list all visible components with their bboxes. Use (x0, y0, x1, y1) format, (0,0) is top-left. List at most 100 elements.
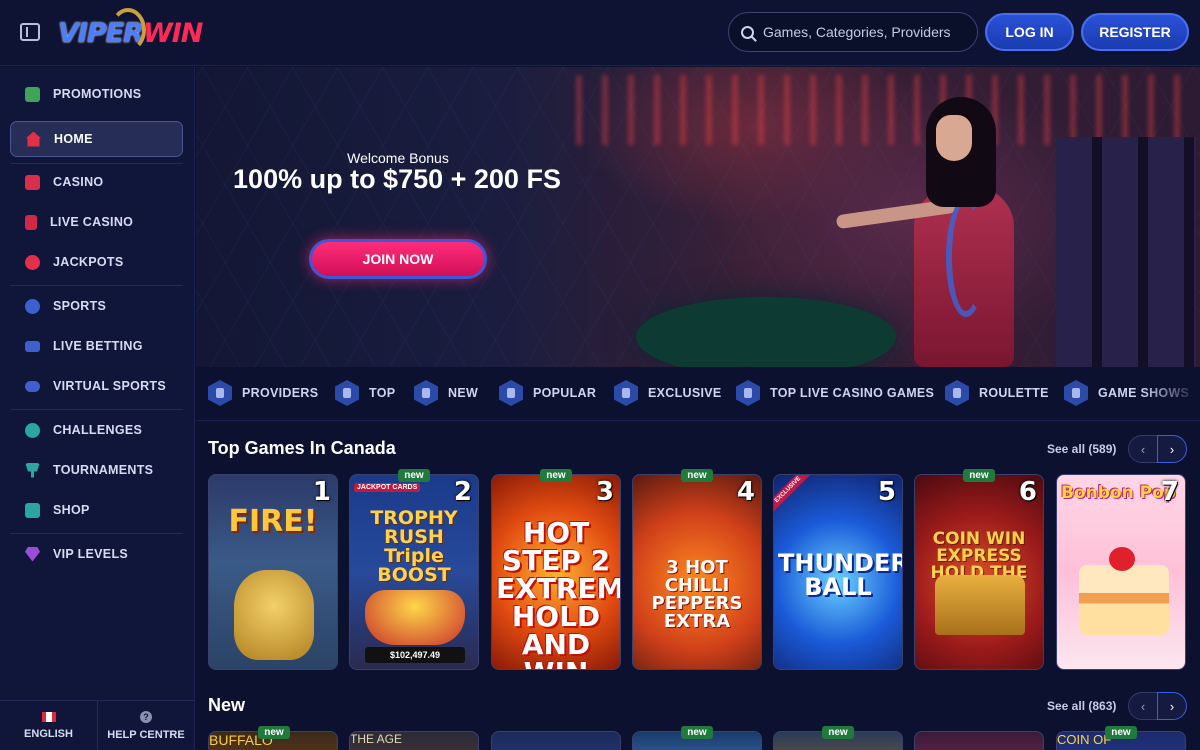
search-input[interactable] (763, 24, 973, 40)
sidebar-item-live-betting[interactable]: LIVE BETTING (10, 328, 183, 364)
category-roulette[interactable]: ROULETTE (945, 379, 1049, 407)
game-card[interactable]: Bonbon Pop 7 (1056, 474, 1186, 670)
category-label: TOP (369, 386, 396, 400)
skull-image (234, 570, 314, 660)
sidebar-toggle-icon[interactable] (20, 23, 40, 41)
section-title-new: New (208, 695, 246, 715)
category-label: ROULETTE (979, 386, 1049, 400)
trophy-cup-image (365, 590, 465, 645)
sidebar-item-home[interactable]: HOME (10, 121, 183, 157)
game-title: 3 HOT CHILLI PEPPERS EXTRA (651, 557, 743, 632)
section-title-top-games: Top Games In Canada (208, 438, 396, 458)
language-button[interactable]: ENGLISH (0, 701, 97, 750)
cards-icon (25, 214, 37, 230)
sidebar-item-label: CASINO (53, 175, 104, 189)
roulette-icon (945, 380, 969, 406)
category-label: NEW (448, 386, 479, 400)
game-card[interactable]: EXCLUSIVE THUNDER BALL 5 (773, 474, 903, 670)
sidebar-item-label: HOME (54, 132, 93, 146)
game-card[interactable] (914, 731, 1044, 750)
help-centre-button[interactable]: ? HELP CENTRE (97, 701, 194, 750)
new-badge: new (258, 726, 290, 739)
next-arrow-button[interactable]: › (1157, 692, 1187, 720)
new-badge: new (681, 469, 713, 482)
rank-number: 4 (736, 477, 755, 507)
new-badge: new (398, 469, 430, 482)
game-card[interactable]: COIN WIN EXPRESS HOLD THE SPIN 6 (914, 474, 1044, 670)
next-arrow-button[interactable]: › (1157, 435, 1187, 463)
sidebar-item-challenges[interactable]: CHALLENGES (10, 412, 183, 448)
hero-banner[interactable]: Welcome Bonus 100% up to $750 + 200 FS J… (196, 67, 1200, 367)
search-box[interactable] (728, 12, 978, 52)
category-popular[interactable]: POPULAR (499, 379, 596, 407)
clover-icon (25, 254, 40, 270)
game-card[interactable]: JACKPOT CARDS TROPHY RUSH Triple BOOST $… (349, 474, 479, 670)
help-icon: ? (140, 711, 152, 723)
slot-machines-image (1056, 137, 1196, 367)
divider (10, 409, 183, 410)
sidebar-item-casino[interactable]: CASINO (10, 164, 183, 200)
sidebar-item-label: SPORTS (53, 299, 107, 313)
sidebar-item-label: PROMOTIONS (53, 87, 142, 101)
prev-arrow-button[interactable]: ‹ (1128, 692, 1158, 720)
live-icon (25, 340, 40, 352)
new-badge: new (1105, 726, 1137, 739)
game-card[interactable] (491, 731, 621, 750)
category-top[interactable]: TOP (335, 379, 395, 407)
game-title: TROPHY RUSH Triple BOOST (370, 507, 458, 586)
sidebar-item-live-casino[interactable]: LIVE CASINO (10, 204, 183, 240)
strawberry-image (1109, 547, 1135, 571)
sidebar-item-vip-levels[interactable]: VIP LEVELS (10, 536, 183, 572)
sidebar-item-shop[interactable]: SHOP (10, 492, 183, 528)
canada-flag-icon (41, 712, 56, 722)
chevron-right-icon: › (1169, 698, 1175, 714)
prev-arrow-button[interactable]: ‹ (1128, 435, 1158, 463)
game-title: THUNDER BALL (778, 549, 903, 601)
logo-win-text: WIN (142, 17, 203, 49)
cake-image (1079, 565, 1169, 635)
category-top-live-casino[interactable]: TOP LIVE CASINO GAMES (736, 379, 934, 407)
poker-table-image (636, 297, 896, 367)
login-button[interactable]: LOG IN (985, 13, 1074, 51)
sidebar-item-sports[interactable]: SPORTS (10, 288, 183, 324)
sidebar-item-label: VIRTUAL SPORTS (53, 379, 167, 393)
divider (10, 285, 183, 286)
category-bar: PROVIDERS TOP NEW POPULAR EXCLUSIVE TOP … (196, 367, 1200, 421)
jackpot-amount: $102,497.49 (365, 647, 465, 663)
sidebar-item-promotions[interactable]: PROMOTIONS (10, 76, 183, 112)
logo[interactable]: VIPER WIN (58, 8, 203, 54)
see-all-new-link[interactable]: See all (863) (1047, 699, 1116, 713)
diamond-icon (614, 380, 638, 406)
chevron-left-icon: ‹ (1140, 698, 1146, 714)
category-providers[interactable]: PROVIDERS (208, 379, 318, 407)
category-new[interactable]: NEW (414, 379, 478, 407)
game-card[interactable]: FIRE! 1 (208, 474, 338, 670)
new-icon (414, 380, 438, 406)
slot-machine-icon (25, 174, 40, 190)
see-all-top-games-link[interactable]: See all (589) (1047, 442, 1116, 456)
category-exclusive[interactable]: EXCLUSIVE (614, 379, 722, 407)
divider (10, 533, 183, 534)
sidebar-item-label: CHALLENGES (53, 423, 143, 437)
home-icon (26, 131, 41, 147)
game-show-icon (1064, 380, 1088, 406)
sidebar-item-virtual-sports[interactable]: VIRTUAL SPORTS (10, 368, 183, 404)
new-badge: new (963, 469, 995, 482)
search-icon (741, 25, 754, 39)
join-now-button[interactable]: JOIN NOW (309, 239, 487, 279)
game-card[interactable]: 3 HOT CHILLI PEPPERS EXTRA 4 (632, 474, 762, 670)
game-card[interactable]: HOT STEP 2 EXTREME HOLD AND WIN 3 (491, 474, 621, 670)
game-card[interactable]: THE AGE (349, 731, 479, 750)
language-label: ENGLISH (24, 728, 73, 740)
header: VIPERWIN LOG IN REGISTER (0, 0, 1200, 66)
sidebar-item-jackpots[interactable]: JACKPOTS (10, 244, 183, 280)
rank-number: 1 (312, 477, 331, 507)
basketball-icon (25, 298, 40, 314)
trophy-icon (25, 462, 40, 478)
chevron-right-icon: › (1169, 441, 1175, 457)
fire-icon (499, 380, 523, 406)
sidebar-item-label: SHOP (53, 503, 90, 517)
category-label: TOP LIVE CASINO GAMES (770, 386, 935, 400)
register-button[interactable]: REGISTER (1081, 13, 1189, 51)
sidebar-item-tournaments[interactable]: TOURNAMENTS (10, 452, 183, 488)
